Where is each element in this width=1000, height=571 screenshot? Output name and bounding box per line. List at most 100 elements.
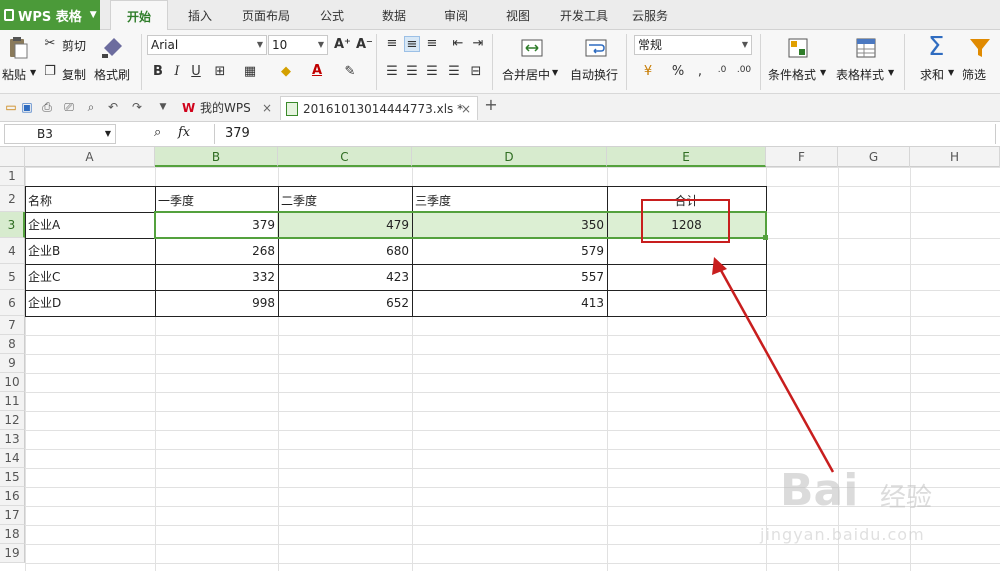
font-shrink-icon[interactable]: A⁻ [356, 37, 373, 53]
conditional-format-icon[interactable] [786, 36, 810, 60]
tab-review[interactable]: 审阅 [434, 0, 478, 30]
currency-icon[interactable]: ¥ [640, 64, 656, 80]
filter-button[interactable]: 筛选 [962, 66, 986, 83]
copy-button[interactable]: 复制 [62, 66, 86, 83]
arrow-shaft [716, 264, 835, 473]
scissors-icon[interactable]: ✂ [42, 36, 58, 52]
indent-increase-icon[interactable]: ⇥ [470, 36, 486, 52]
search-doc-icon[interactable]: ⌕ [84, 100, 98, 114]
align-middle-icon[interactable]: ≡ [404, 36, 420, 52]
number-format-value: 常规 [638, 38, 663, 52]
close-icon[interactable]: × [262, 96, 272, 120]
table-style-button[interactable]: 表格样式 [836, 66, 884, 83]
distributed-icon[interactable]: ⊟ [468, 64, 484, 80]
baidu-watermark: Bai 经验 jingyan.baidu.com [760, 455, 960, 555]
doc-tab-my-wps[interactable]: W 我的WPS × [178, 96, 278, 120]
ribbon-tab-bar: WPS 表格 ▼ 开始 插入 页面布局 公式 数据 审阅 视图 开发工具 云服务 [0, 0, 1000, 31]
arrow-head [712, 257, 727, 275]
folder-icon[interactable]: ▭ [4, 100, 18, 114]
border-icon[interactable]: ⊞ [212, 64, 228, 80]
font-size-select[interactable]: 10 ▼ [268, 35, 328, 55]
tab-home[interactable]: 开始 [110, 0, 168, 31]
chevron-down-icon[interactable]: ▼ [552, 68, 558, 77]
formula-tools: ⌕ fx [150, 124, 212, 144]
sum-button[interactable]: 求和 [920, 66, 944, 83]
print-icon[interactable]: ⎚ [62, 100, 76, 114]
watermark-brand: Bai [780, 465, 859, 516]
align-left-icon[interactable]: ☰ [384, 64, 400, 80]
cell-border-style-icon[interactable]: ▦ [242, 64, 258, 80]
chevron-down-icon[interactable]: ▼ [888, 68, 894, 77]
redo-icon[interactable]: ↷ [130, 100, 144, 114]
justify-icon[interactable]: ☰ [446, 64, 462, 80]
tab-page-layout[interactable]: 页面布局 [236, 0, 296, 30]
divider [141, 34, 142, 90]
merge-center-icon[interactable] [520, 36, 544, 60]
wps-logo-icon [4, 9, 14, 21]
percent-icon[interactable]: % [670, 64, 686, 80]
save-icon[interactable]: ▣ [20, 100, 34, 114]
fill-color-icon[interactable]: ◆ [278, 64, 294, 80]
cut-button[interactable]: 剪切 [62, 37, 86, 54]
wrap-text-icon[interactable] [584, 36, 608, 60]
tab-formulas[interactable]: 公式 [310, 0, 354, 30]
app-menu-button[interactable]: WPS 表格 ▼ [0, 0, 100, 30]
align-top-icon[interactable]: ≡ [384, 36, 400, 52]
zoom-icon[interactable]: ⌕ [154, 125, 161, 140]
new-tab-icon[interactable]: + [484, 97, 498, 113]
conditional-format-button[interactable]: 条件格式 [768, 66, 816, 83]
decrease-decimal-icon[interactable]: .00 [736, 62, 752, 78]
filter-icon[interactable] [968, 36, 992, 60]
align-center-icon[interactable]: ☰ [404, 64, 420, 80]
chevron-down-icon[interactable]: ▼ [948, 68, 954, 77]
undo-icon[interactable]: ↶ [106, 100, 120, 114]
font-color-icon[interactable]: A [309, 63, 325, 79]
print-preview-icon[interactable]: ⎙ [40, 100, 54, 114]
font-size-value: 10 [272, 38, 288, 52]
align-bottom-icon[interactable]: ≡ [424, 36, 440, 52]
wrap-text-button[interactable]: 自动换行 [570, 66, 618, 83]
merge-center-button[interactable]: 合并居中 [502, 66, 550, 83]
formula-input[interactable]: 379 [214, 124, 996, 144]
indent-decrease-icon[interactable]: ⇤ [450, 36, 466, 52]
table-style-icon[interactable] [854, 36, 878, 60]
format-painter-icon[interactable] [100, 36, 124, 60]
underline-icon[interactable]: U [188, 64, 204, 80]
comma-style-icon[interactable]: , [692, 64, 708, 80]
chevron-down-icon: ▼ [741, 40, 748, 49]
font-name-select[interactable]: Arial ▼ [147, 35, 267, 55]
chevron-down-icon: ▼ [89, 10, 97, 20]
italic-icon[interactable]: I [169, 64, 185, 80]
paste-icon[interactable] [6, 36, 30, 60]
cell-reference: B3 [37, 127, 53, 141]
divider [492, 34, 493, 90]
ribbon-toolbar: 粘贴 ▼ ✂ 剪切 ❐ 复制 格式刷 Arial ▼ 10 ▼ A⁺ A⁻ B … [0, 30, 1000, 94]
name-box[interactable]: B3 ▼ [4, 124, 116, 144]
chevron-down-icon: ▼ [256, 40, 263, 49]
increase-decimal-icon[interactable]: .0 [714, 62, 730, 78]
paste-button[interactable]: 粘贴 [2, 66, 26, 83]
tab-developer[interactable]: 开发工具 [554, 0, 614, 30]
align-right-icon[interactable]: ☰ [424, 64, 440, 80]
chevron-down-icon[interactable]: ▼ [820, 68, 826, 77]
spreadsheet-file-icon [286, 102, 298, 116]
format-painter-button[interactable]: 格式刷 [94, 66, 130, 83]
tab-data[interactable]: 数据 [372, 0, 416, 30]
tab-view[interactable]: 视图 [496, 0, 540, 30]
bold-icon[interactable]: B [150, 64, 166, 80]
number-format-select[interactable]: 常规 ▼ [634, 35, 752, 55]
chevron-down-icon[interactable]: ▼ [30, 68, 36, 77]
copy-icon[interactable]: ❐ [42, 64, 58, 80]
watermark-brand-cn: 经验 [880, 483, 933, 513]
tab-cloud[interactable]: 云服务 [626, 0, 674, 30]
sum-icon[interactable]: Σ [928, 32, 944, 62]
close-icon[interactable]: × [461, 97, 471, 121]
clear-format-icon[interactable]: ✎ [342, 64, 358, 80]
insert-function-icon[interactable]: fx [178, 125, 190, 140]
tab-insert[interactable]: 插入 [176, 0, 224, 30]
spreadsheet-grid: A B C D E F G H 1 2 3 4 5 6 7 8 9 10 11 12 13 14 15 16 17 18 19 名称一… [0, 147, 1000, 571]
chevron-down-icon[interactable]: ▼ [156, 100, 170, 114]
doc-tab-active[interactable]: 20161013014444773.xls * × [280, 96, 478, 120]
divider [904, 34, 905, 90]
font-grow-icon[interactable]: A⁺ [334, 37, 351, 53]
